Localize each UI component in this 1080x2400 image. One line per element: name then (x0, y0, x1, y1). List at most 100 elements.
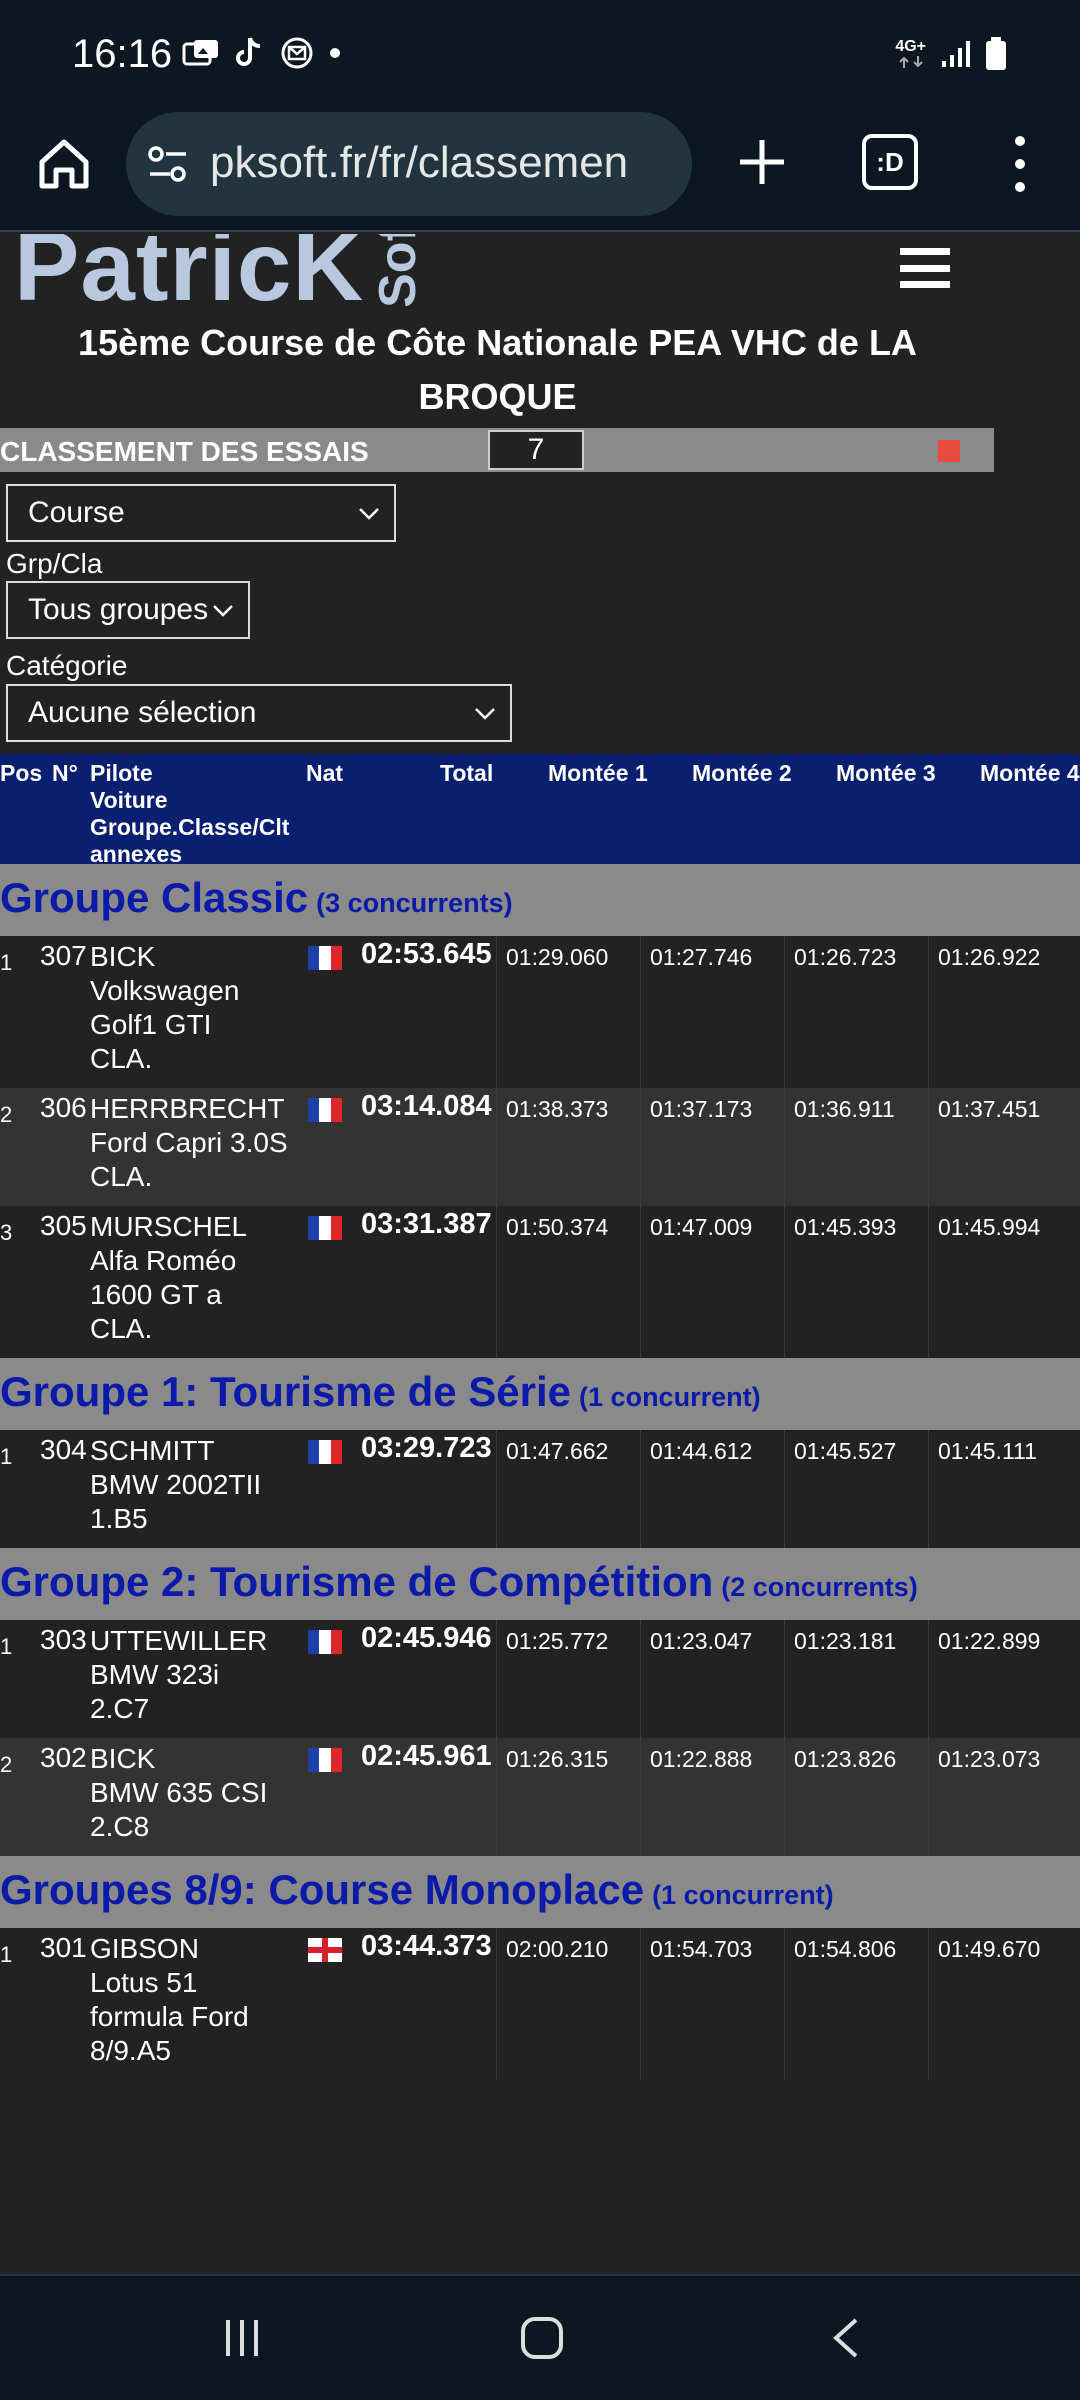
site-logo[interactable]: PatricK Sof (14, 234, 440, 315)
driver-name: SCHMITT (90, 1435, 215, 1466)
cell-montee-2: 01:44.612 (650, 1438, 753, 1464)
car-info: 2.C8 (90, 1811, 150, 1842)
table-row[interactable]: 2 302 BICK BMW 635 CSI 2.C8 02:45.961 01:26.31… (0, 1738, 1080, 1856)
hamburger-menu-icon[interactable] (900, 248, 950, 288)
recent-apps-icon[interactable] (222, 2316, 262, 2360)
car-info: CLA. (90, 1043, 153, 1074)
cell-pilote: BICK Volkswagen Golf1 GTI CLA. (90, 940, 300, 1076)
cell-montee-1: 01:50.374 (506, 1214, 609, 1240)
cell-montee-2: 01:22.888 (650, 1746, 753, 1772)
cell-num: 302 (40, 1742, 87, 1773)
driver-name: GIBSON (90, 1933, 199, 1964)
cell-total: 03:44.373 (361, 1930, 492, 1962)
cell-montee-4: 01:45.111 (938, 1438, 1037, 1464)
driver-name: BICK (90, 941, 156, 972)
new-tab-icon[interactable] (730, 130, 794, 194)
column-divider (640, 1928, 641, 2080)
cell-montee-2: 01:47.009 (650, 1214, 753, 1240)
cell-pilote: GIBSON Lotus 51 formula Ford 8/9.A5 (90, 1932, 300, 2068)
group-header: Groupe 1: Tourisme de Série (1 concurrent… (0, 1358, 1080, 1430)
network-type-icon: 4G+ (895, 39, 926, 69)
group-title: Groupe 1: Tourisme de Série (1 concurrent… (0, 1368, 761, 1416)
cell-pos: 2 (0, 1102, 13, 1127)
column-divider (928, 1206, 929, 1358)
col-nat: Nat (306, 760, 344, 786)
car-info: Volkswagen (90, 975, 240, 1006)
car-info: 2.C7 (90, 1693, 150, 1724)
url-text[interactable]: pksoft.fr/fr/classemen (210, 138, 628, 188)
car-info: CLA. (90, 1313, 153, 1344)
browser-menu-icon[interactable] (1000, 132, 1040, 196)
column-divider (496, 1206, 497, 1358)
table-row[interactable]: 1 307 BICK Volkswagen Golf1 GTI CLA. 02:53.645… (0, 936, 1080, 1088)
status-time: 16:16 (72, 32, 173, 76)
driver-name: HERRBRECHT (90, 1093, 285, 1124)
tab-switcher-button[interactable]: :D (862, 134, 918, 190)
cell-pilote: HERRBRECHT Ford Capri 3.0S CLA. (90, 1092, 300, 1194)
group-title-text: Groupes 8/9: Course Monoplace (0, 1866, 645, 1913)
cell-montee-1: 01:26.315 (506, 1746, 609, 1772)
col-pilote: Pilote Voiture Groupe.Classe/Clt annexes (90, 760, 289, 868)
car-info: 8/9.A5 (90, 2035, 171, 2066)
col-montee-4: Montée 4 (980, 760, 1080, 786)
cell-montee-4: 01:23.073 (938, 1746, 1041, 1772)
address-bar[interactable]: pksoft.fr/fr/classemen (126, 112, 692, 216)
group-title: Groupes 8/9: Course Monoplace (1 concurre… (0, 1866, 834, 1914)
logo-suffix: Sof (369, 234, 428, 308)
column-divider (496, 1088, 497, 1206)
cell-montee-2: 01:27.746 (650, 944, 753, 970)
site-settings-icon[interactable] (146, 142, 190, 186)
cell-pos: 1 (0, 1942, 13, 1967)
cell-pos: 1 (0, 1444, 13, 1469)
home-nav-icon[interactable] (518, 2314, 566, 2362)
group-header: Groupe 2: Tourisme de Compétition (2 conc… (0, 1548, 1080, 1620)
classement-number: 7 (488, 430, 584, 470)
col-voiture-label: Voiture (90, 787, 168, 813)
cell-pos: 1 (0, 950, 13, 975)
cell-montee-4: 01:45.994 (938, 1214, 1041, 1240)
system-nav-bar (0, 2274, 1080, 2400)
driver-name: BICK (90, 1743, 156, 1774)
col-num: N° (52, 760, 78, 786)
back-icon[interactable] (828, 2316, 864, 2360)
flag-france-icon (308, 946, 342, 970)
category-select[interactable]: Aucune sélection (6, 684, 512, 742)
column-divider (928, 1620, 929, 1738)
group-select[interactable]: Tous groupes (6, 581, 250, 639)
column-divider (784, 1928, 785, 2080)
column-divider (496, 1738, 497, 1856)
cell-pos: 1 (0, 1634, 13, 1659)
column-divider (496, 1430, 497, 1548)
group-count: (3 concurrents) (316, 888, 513, 918)
table-row[interactable]: 2 306 HERRBRECHT Ford Capri 3.0S CLA. 03:14.0… (0, 1088, 1080, 1206)
car-info: Golf1 GTI (90, 1009, 212, 1040)
group-title: Groupe Classic (3 concurrents) (0, 874, 513, 922)
dot-icon (330, 48, 340, 58)
cell-pilote: MURSCHEL Alfa Roméo 1600 GT a CLA. (90, 1210, 300, 1346)
cell-num: 305 (40, 1210, 87, 1241)
home-icon[interactable] (32, 132, 96, 196)
group-count: (1 concurrent) (652, 1880, 834, 1910)
table-row[interactable]: 1 301 GIBSON Lotus 51 formula Ford 8/9.A5 03:4… (0, 1928, 1080, 2080)
column-divider (784, 1206, 785, 1358)
col-montee-3: Montée 3 (836, 760, 936, 786)
mail-notification-icon (281, 37, 313, 69)
notification-icons (182, 36, 342, 70)
category-label: Catégorie (6, 650, 128, 681)
table-row[interactable]: 1 303 UTTEWILLER BMW 323i 2.C7 02:45.946 01:25… (0, 1620, 1080, 1738)
table-row[interactable]: 1 304 SCHMITT BMW 2002TII 1.B5 03:29.723 01:47… (0, 1430, 1080, 1548)
cell-pos: 2 (0, 1752, 13, 1777)
group-select-value: Tous groupes (28, 593, 209, 626)
cell-num: 307 (40, 940, 87, 971)
group-header: Groupes 8/9: Course Monoplace (1 concurre… (0, 1856, 1080, 1928)
column-divider (928, 1738, 929, 1856)
table-row[interactable]: 3 305 MURSCHEL Alfa Roméo 1600 GT a CLA. 03:31… (0, 1206, 1080, 1358)
group-header: Groupe Classic (3 concurrents) (0, 864, 1080, 936)
course-select[interactable]: Course (6, 484, 396, 542)
group-count: (1 concurrent) (579, 1382, 761, 1412)
photo-notification-icon (182, 40, 218, 66)
cell-num: 303 (40, 1624, 87, 1655)
column-divider (928, 1430, 929, 1548)
flag-france-icon (308, 1748, 342, 1772)
col-pos: Pos (0, 760, 43, 786)
